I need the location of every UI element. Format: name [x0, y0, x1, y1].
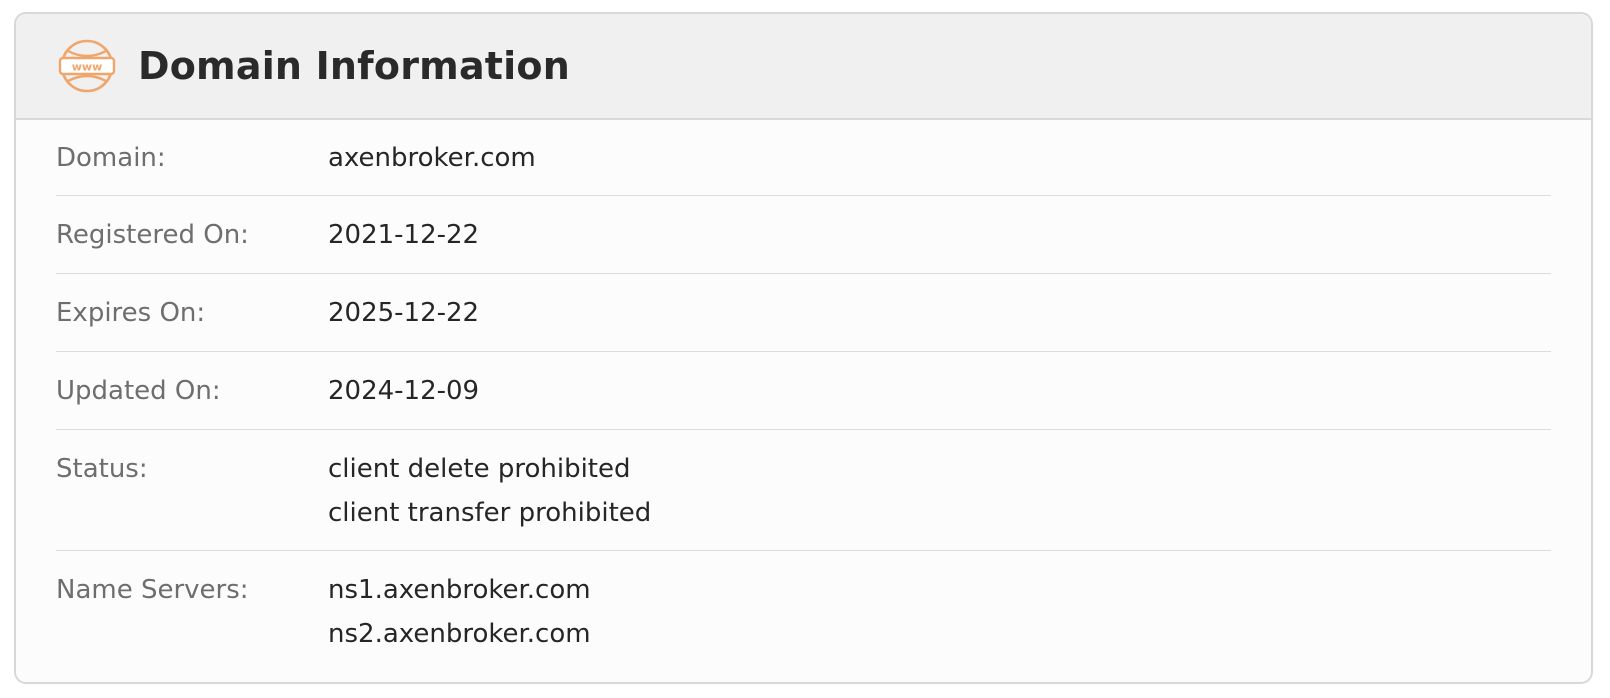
- status-value: client delete prohibited client transfer…: [328, 447, 651, 550]
- card-title: Domain Information: [138, 44, 570, 88]
- status-item: client transfer prohibited: [328, 498, 652, 528]
- status-item: client delete prohibited: [328, 454, 631, 484]
- updated-on-row: Updated On: 2024-12-09: [56, 352, 1551, 430]
- expires-on-date: 2025-12-22: [328, 298, 480, 328]
- domain-info-list: Domain: axenbroker.com Registered On: 20…: [56, 120, 1551, 672]
- card-header: www Domain Information: [16, 14, 1591, 120]
- expires-on-row: Expires On: 2025-12-22: [56, 274, 1551, 352]
- registered-on-date: 2021-12-22: [328, 220, 480, 250]
- domain-information-card: www Domain Information Domain: axenbroke…: [14, 12, 1593, 684]
- domain-row: Domain: axenbroker.com: [56, 120, 1551, 196]
- status-row: Status: client delete prohibited client …: [56, 430, 1551, 551]
- registered-on-value: 2021-12-22: [328, 213, 479, 273]
- updated-on-value: 2024-12-09: [328, 369, 479, 429]
- name-servers-row: Name Servers: ns1.axenbroker.com ns2.axe…: [56, 551, 1551, 672]
- name-servers-label: Name Servers:: [56, 575, 249, 605]
- status-label: Status:: [56, 454, 148, 484]
- name-server-item: ns2.axenbroker.com: [328, 619, 591, 649]
- updated-on-date: 2024-12-09: [328, 376, 480, 406]
- updated-on-label: Updated On:: [56, 376, 221, 406]
- www-globe-icon: www: [58, 37, 116, 95]
- expires-on-value: 2025-12-22: [328, 291, 479, 351]
- registered-on-row: Registered On: 2021-12-22: [56, 196, 1551, 274]
- svg-text:www: www: [72, 61, 103, 74]
- expires-on-label: Expires On:: [56, 298, 206, 328]
- name-server-item: ns1.axenbroker.com: [328, 575, 591, 605]
- registered-on-label: Registered On:: [56, 220, 249, 250]
- name-servers-value: ns1.axenbroker.com ns2.axenbroker.com: [328, 568, 591, 672]
- domain-label: Domain:: [56, 143, 166, 173]
- domain-name-text: axenbroker.com: [328, 143, 536, 173]
- domain-value: axenbroker.com: [328, 136, 536, 195]
